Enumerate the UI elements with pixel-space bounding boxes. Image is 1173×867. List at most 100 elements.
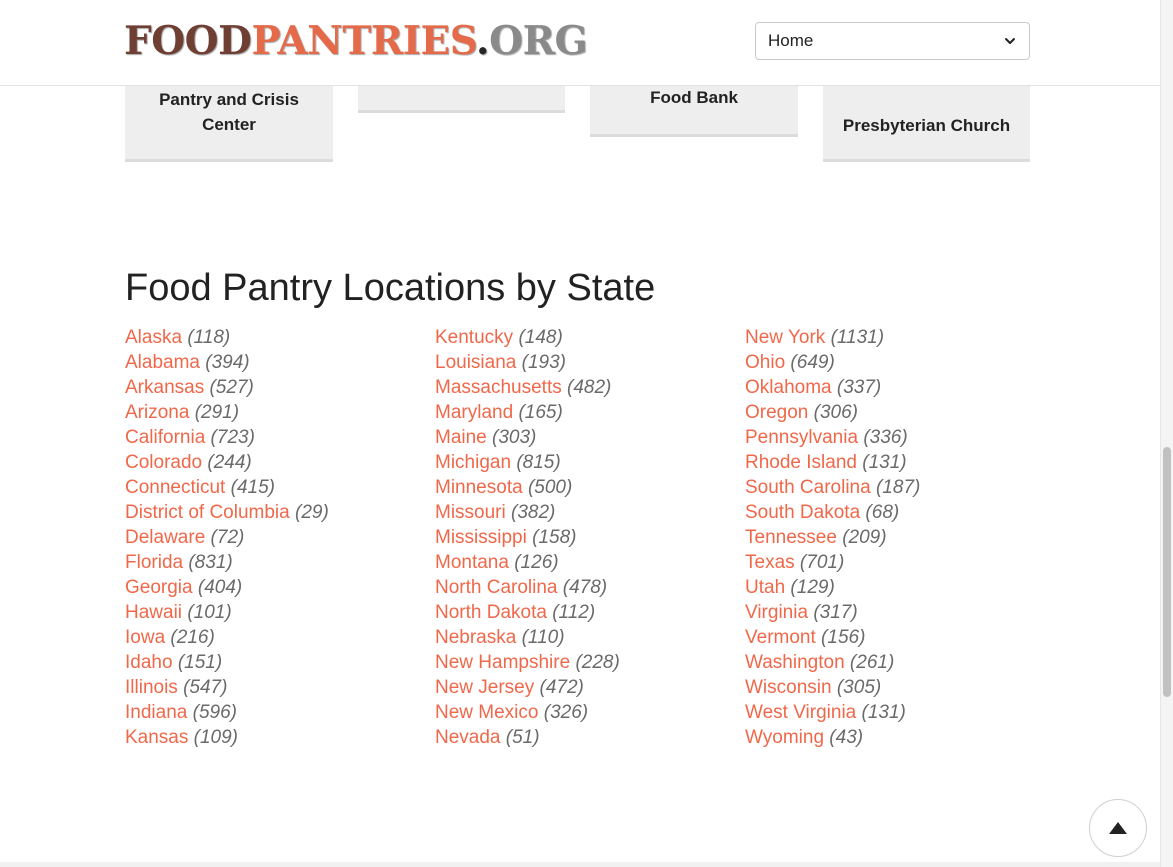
state-pantry-count: (118) xyxy=(187,327,231,348)
state-pantry-count: (303) xyxy=(492,427,537,448)
state-link[interactable]: Rhode Island xyxy=(745,452,857,473)
state-pantry-count: (216) xyxy=(170,627,215,648)
state-list-item: Alabama (394) xyxy=(125,350,425,375)
state-link[interactable]: South Dakota xyxy=(745,502,860,523)
state-link[interactable]: Utah xyxy=(745,577,785,598)
state-list-item: South Dakota (68) xyxy=(745,500,1045,525)
state-link[interactable]: Vermont xyxy=(745,627,816,648)
state-pantry-count: (148) xyxy=(518,327,563,348)
state-link[interactable]: Wyoming xyxy=(745,727,824,748)
state-link[interactable]: Montana xyxy=(435,552,509,573)
state-pantry-count: (158) xyxy=(532,527,577,548)
state-list-item: North Carolina (478) xyxy=(435,575,735,600)
state-list-item: Rhode Island (131) xyxy=(745,450,1045,475)
state-link[interactable]: Arizona xyxy=(125,402,189,423)
state-pantry-count: (404) xyxy=(197,577,243,598)
state-link[interactable]: Georgia xyxy=(125,577,193,598)
state-link[interactable]: New Mexico xyxy=(435,702,538,723)
state-list-item: New Hampshire (228) xyxy=(435,650,735,675)
state-pantry-count: (209) xyxy=(842,527,887,548)
state-link[interactable]: Hawaii xyxy=(125,602,182,623)
state-list-item: Nebraska (110) xyxy=(435,625,735,650)
state-link[interactable]: Washington xyxy=(745,652,845,673)
back-to-top-button[interactable] xyxy=(1089,799,1147,857)
featured-pantry-title[interactable]: Pantry and Crisis Center xyxy=(125,87,333,137)
state-link[interactable]: Nebraska xyxy=(435,627,516,648)
state-link[interactable]: Connecticut xyxy=(125,477,225,498)
section-title: Food Pantry Locations by State xyxy=(125,267,656,309)
navigation-select[interactable]: Home xyxy=(755,22,1030,60)
state-link[interactable]: Indiana xyxy=(125,702,187,723)
state-link[interactable]: South Carolina xyxy=(745,477,871,498)
state-link[interactable]: Massachusetts xyxy=(435,377,562,398)
scrollbar-thumb[interactable] xyxy=(1163,447,1171,697)
state-link[interactable]: Nevada xyxy=(435,727,501,748)
state-list-item: Idaho (151) xyxy=(125,650,425,675)
state-link[interactable]: New Hampshire xyxy=(435,652,570,673)
state-list-item: Arizona (291) xyxy=(125,400,425,425)
state-link[interactable]: New Jersey xyxy=(435,677,534,698)
state-link[interactable]: Michigan xyxy=(435,452,511,473)
state-list-item: District of Columbia (29) xyxy=(125,500,425,525)
state-link[interactable]: Oklahoma xyxy=(745,377,832,398)
state-list-item: Washington (261) xyxy=(745,650,1045,675)
state-link[interactable]: Minnesota xyxy=(435,477,523,498)
state-link[interactable]: West Virginia xyxy=(745,702,856,723)
triangle-up-icon xyxy=(1109,822,1127,834)
state-list-item: Louisiana (193) xyxy=(435,350,735,375)
state-link[interactable]: Illinois xyxy=(125,677,178,698)
state-link[interactable]: North Carolina xyxy=(435,577,558,598)
state-list-item: Wisconsin (305) xyxy=(745,675,1045,700)
state-pantry-count: (126) xyxy=(514,552,559,573)
state-link[interactable]: Arkansas xyxy=(125,377,204,398)
state-list-item: Maryland (165) xyxy=(435,400,735,425)
state-link[interactable]: Mississippi xyxy=(435,527,527,548)
state-link[interactable]: Alaska xyxy=(125,327,182,348)
state-link[interactable]: Iowa xyxy=(125,627,165,648)
state-pantry-count: (305) xyxy=(836,677,882,698)
state-link[interactable]: North Dakota xyxy=(435,602,547,623)
state-pantry-count: (187) xyxy=(875,477,921,498)
state-link[interactable]: Ohio xyxy=(745,352,785,373)
state-column: New York (1131) Ohio (649) Oklahoma (337) O… xyxy=(745,325,1045,750)
state-pantry-count: (527) xyxy=(209,377,254,398)
state-link[interactable]: Texas xyxy=(745,552,795,573)
state-link[interactable]: Kansas xyxy=(125,727,188,748)
state-link[interactable]: District of Columbia xyxy=(125,502,290,523)
state-link[interactable]: Maine xyxy=(435,427,487,448)
state-link[interactable]: Delaware xyxy=(125,527,205,548)
state-link[interactable]: Colorado xyxy=(125,452,202,473)
state-pantry-count: (244) xyxy=(207,452,252,473)
state-link[interactable]: Alabama xyxy=(125,352,200,373)
state-link[interactable]: Kentucky xyxy=(435,327,513,348)
state-link[interactable]: New York xyxy=(745,327,825,348)
state-link[interactable]: Oregon xyxy=(745,402,808,423)
state-link[interactable]: Missouri xyxy=(435,502,506,523)
state-list-item: New York (1131) xyxy=(745,325,1045,350)
featured-pantry-title[interactable]: Presbyterian Church xyxy=(823,113,1030,138)
state-pantry-count: (317) xyxy=(813,602,858,623)
state-link[interactable]: Virginia xyxy=(745,602,808,623)
featured-pantry-title[interactable]: Food Bank xyxy=(590,85,798,110)
state-pantry-count: (472) xyxy=(539,677,584,698)
state-list-item: Georgia (404) xyxy=(125,575,425,600)
state-list-item: Delaware (72) xyxy=(125,525,425,550)
site-logo[interactable]: FOODPANTRIES.ORG xyxy=(124,17,588,65)
state-link[interactable]: Tennessee xyxy=(745,527,837,548)
state-link[interactable]: California xyxy=(125,427,205,448)
state-link[interactable]: Louisiana xyxy=(435,352,516,373)
state-list-item: Tennessee (209) xyxy=(745,525,1045,550)
state-link[interactable]: Maryland xyxy=(435,402,513,423)
state-pantry-count: (131) xyxy=(862,452,907,473)
state-link[interactable]: Wisconsin xyxy=(745,677,832,698)
state-column: Alaska (118) Alabama (394) Arkansas (527) A… xyxy=(125,325,425,750)
state-link[interactable]: Florida xyxy=(125,552,183,573)
state-link[interactable]: Pennsylvania xyxy=(745,427,858,448)
state-link[interactable]: Idaho xyxy=(125,652,173,673)
state-pantry-count: (129) xyxy=(790,577,835,598)
state-pantry-count: (112) xyxy=(552,602,596,623)
state-list-item: Utah (129) xyxy=(745,575,1045,600)
state-pantry-count: (110) xyxy=(521,627,565,648)
logo-text-pantries: PANTRIES xyxy=(251,18,477,64)
page-scrollbar[interactable] xyxy=(1160,0,1173,867)
